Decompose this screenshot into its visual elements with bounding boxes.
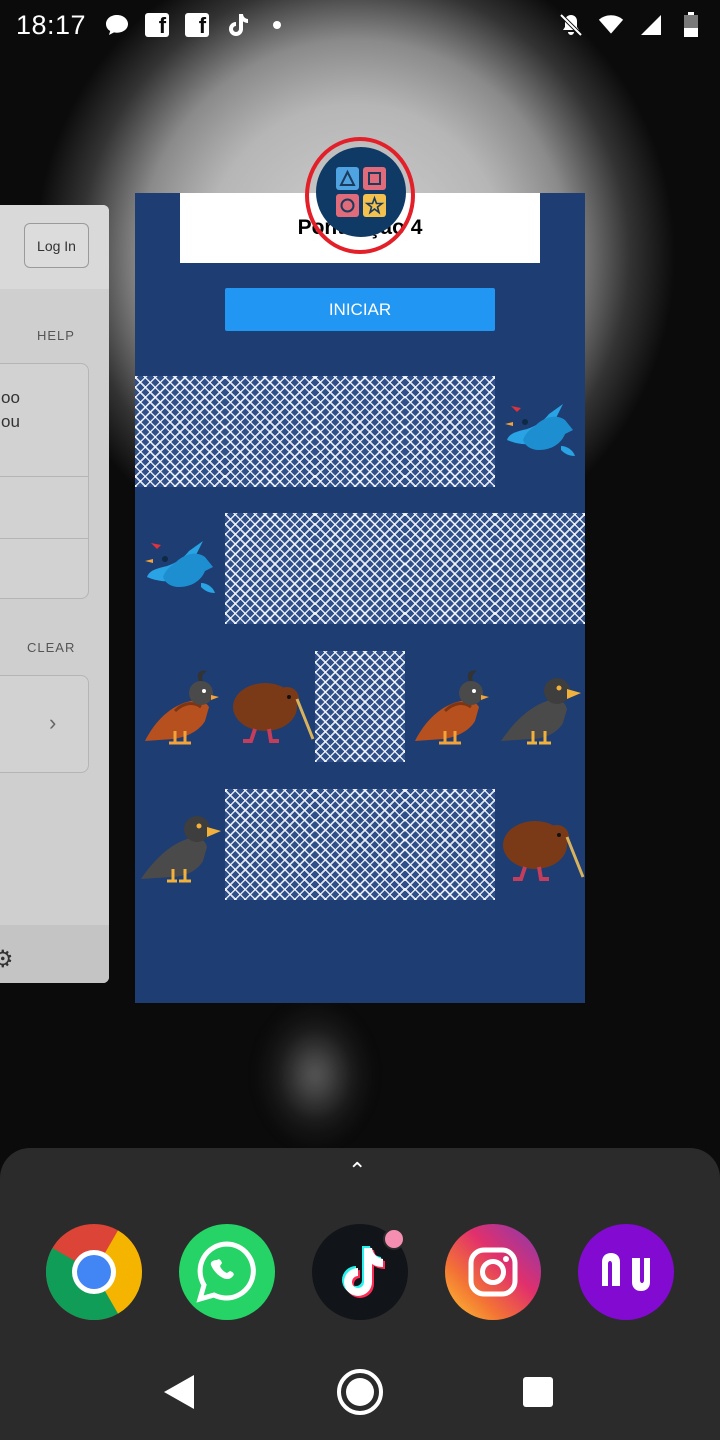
whatsapp-icon[interactable]: [179, 1224, 275, 1320]
bottom-bar: [0, 925, 109, 983]
signal-icon: [638, 12, 664, 38]
card-face-down[interactable]: [315, 651, 405, 762]
navigation-bar: [0, 1365, 720, 1421]
chat-bubble-icon: [104, 12, 130, 38]
do-not-disturb-bell-icon: [558, 12, 584, 38]
login-button[interactable]: Log In: [24, 223, 89, 268]
crow-icon[interactable]: [135, 789, 225, 900]
nubank-icon[interactable]: [578, 1224, 674, 1320]
clock: 18:17: [16, 9, 87, 40]
instagram-icon[interactable]: [445, 1224, 541, 1320]
card-face-down[interactable]: [315, 376, 405, 487]
battery-icon: [678, 12, 704, 38]
facebook-icon: f: [184, 12, 210, 38]
status-bar: 18:17 f f: [0, 0, 720, 50]
recent-app-card-left[interactable]: Log In HELP oo ou CLEAR › ⚙: [0, 205, 109, 983]
divider: [0, 538, 88, 539]
card-face-down[interactable]: [315, 513, 405, 624]
gear-icon[interactable]: ⚙: [0, 945, 14, 974]
list-item[interactable]: ›: [0, 675, 89, 773]
dot-icon: [264, 12, 290, 38]
chevron-up-icon[interactable]: ⌃: [348, 1158, 366, 1184]
chevron-right-icon: ›: [49, 710, 57, 735]
divider: [0, 476, 88, 477]
card-face-down[interactable]: [225, 789, 315, 900]
card-face-down[interactable]: [405, 513, 495, 624]
back-icon[interactable]: [164, 1375, 194, 1409]
notification-dot: [383, 1228, 405, 1250]
start-button[interactable]: INICIAR: [225, 288, 495, 331]
clear-label[interactable]: CLEAR: [27, 640, 75, 655]
blue-bird-icon[interactable]: [135, 513, 225, 624]
wallpaper-figure: [255, 1000, 375, 1150]
crow-icon[interactable]: [495, 651, 585, 762]
highlight-circle: [305, 137, 415, 254]
app-header: Log In: [0, 205, 109, 289]
system-icons: [558, 12, 704, 38]
notification-icons: f f: [104, 12, 290, 38]
help-panel: oo ou: [0, 363, 89, 599]
recents-icon[interactable]: [523, 1377, 553, 1407]
card-face-down[interactable]: [495, 513, 585, 624]
kiwi-icon[interactable]: [495, 789, 585, 900]
blue-bird-icon[interactable]: [495, 376, 585, 487]
tiktok-icon: [224, 12, 250, 38]
card-face-down[interactable]: [225, 513, 315, 624]
home-icon[interactable]: [337, 1369, 383, 1415]
card-face-down[interactable]: [405, 376, 495, 487]
help-section-label: HELP: [37, 328, 75, 343]
card-face-down[interactable]: [315, 789, 405, 900]
card-face-down[interactable]: [135, 376, 225, 487]
facebook-icon: f: [144, 12, 170, 38]
chrome-icon[interactable]: [45, 1224, 142, 1321]
help-text: oo ou: [1, 388, 20, 431]
card-face-down[interactable]: [225, 376, 315, 487]
quail-icon[interactable]: [135, 651, 225, 762]
kiwi-icon[interactable]: [225, 651, 315, 762]
card-face-down[interactable]: [405, 789, 495, 900]
quail-icon[interactable]: [405, 651, 495, 762]
recent-app-card-memory-game[interactable]: Pontuação 4 INICIAR: [135, 193, 585, 1003]
wifi-icon: [598, 12, 624, 38]
